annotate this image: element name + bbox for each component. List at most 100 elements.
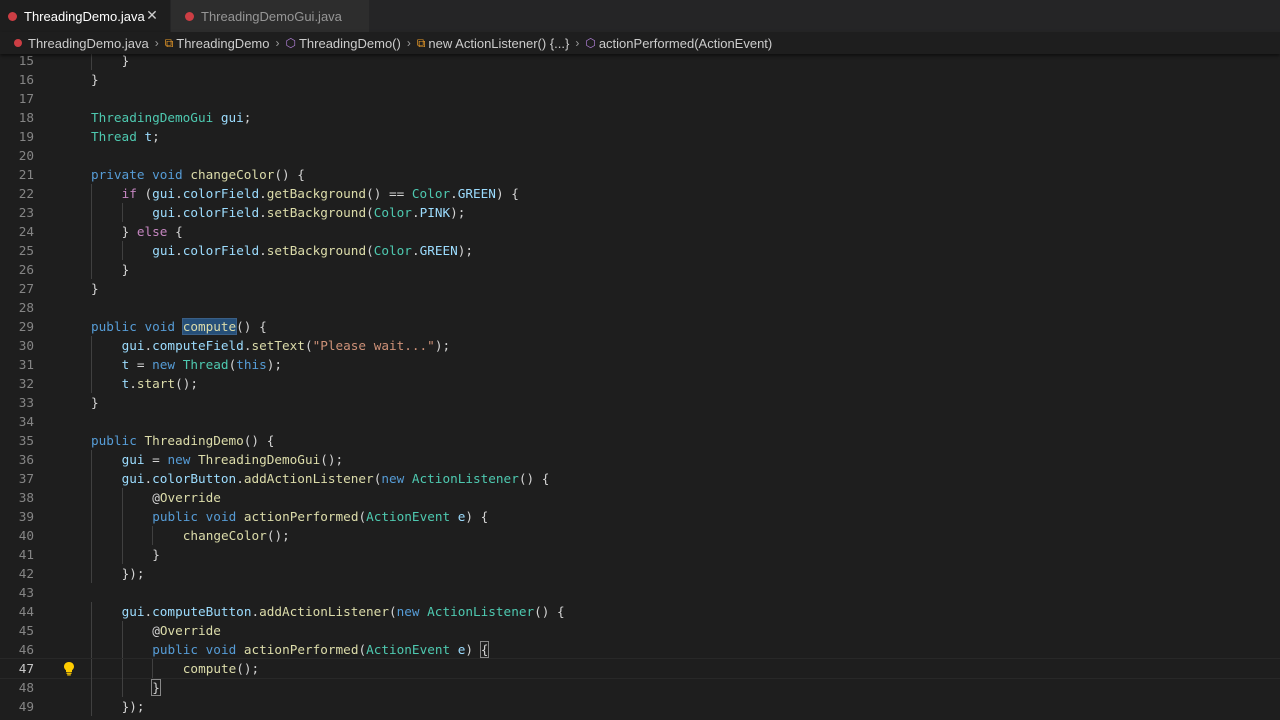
code-line[interactable]: 25 gui.colorField.setBackground(Color.GRE… [0, 241, 1280, 260]
code-line[interactable]: 31 t = new Thread(this); [0, 355, 1280, 374]
code-token: addActionListener [259, 604, 389, 619]
breadcrumb-file[interactable]: ThreadingDemo.java › [14, 36, 165, 51]
code-token: (); [236, 661, 260, 676]
indent-guide [121, 526, 123, 545]
lightbulb-icon[interactable] [62, 661, 76, 676]
code-lines: 15} 16} 17 18 ThreadingDemoGui gui; 19 Thread … [0, 54, 1280, 716]
code-line[interactable]: 43 [0, 583, 1280, 602]
code-token: ThreadingDemoGui [91, 110, 214, 125]
code-text: @Override [152, 488, 221, 507]
code-line[interactable]: 45 @Override [0, 621, 1280, 640]
code-line[interactable]: 47 compute(); [0, 658, 1280, 679]
code-token: . [175, 205, 183, 220]
code-token: changeColor [190, 167, 275, 182]
code-line[interactable]: 22 if (gui.colorField.getBackground() == … [0, 184, 1280, 203]
chevron-right-icon: › [154, 36, 159, 50]
code-line[interactable]: 40 changeColor(); [0, 526, 1280, 545]
java-file-icon [8, 11, 17, 21]
code-line[interactable]: 35 public ThreadingDemo() { [0, 431, 1280, 450]
editor-tab-bar: ThreadingDemo.java ✕ ThreadingDemoGui.ja… [0, 0, 1280, 32]
line-number: 33 [18, 395, 34, 410]
tab-label: ThreadingDemo.java [24, 8, 145, 24]
code-line[interactable]: 34 [0, 412, 1280, 431]
code-line[interactable]: 28 [0, 298, 1280, 317]
line-number: 37 [18, 471, 34, 486]
code-token: public [91, 319, 137, 334]
code-line[interactable]: 27} [0, 279, 1280, 298]
code-line[interactable]: 37 gui.colorButton.addActionListener(new … [0, 469, 1280, 488]
code-line[interactable]: 46 public void actionPerformed(ActionEven… [0, 640, 1280, 659]
breadcrumb-method[interactable]: ⬡ actionPerformed(ActionEvent) [585, 36, 772, 51]
code-text: gui.colorField.setBackground(Color.GREEN… [152, 241, 473, 260]
breadcrumb-anonymous-class[interactable]: ⧉ new ActionListener() {...} › [417, 36, 586, 51]
code-line[interactable]: 30 gui.computeField.setText("Please wait.… [0, 336, 1280, 355]
code-token: . [259, 186, 267, 201]
code-text: gui = new ThreadingDemoGui(); [122, 450, 344, 469]
code-line[interactable]: 42}); [0, 564, 1280, 583]
code-token: public [152, 509, 199, 524]
code-token: gui [121, 604, 145, 619]
code-token: ); [450, 205, 466, 220]
line-number: 38 [18, 490, 34, 505]
code-token: ) { [465, 509, 489, 524]
code-line[interactable]: 18 ThreadingDemoGui gui; [0, 108, 1280, 127]
line-number: 45 [18, 623, 34, 638]
code-line[interactable]: 19 Thread t; [0, 127, 1280, 146]
breadcrumb-class[interactable]: ⧉ ThreadingDemo › [165, 36, 286, 51]
code-line[interactable]: 36 gui = new ThreadingDemoGui(); [0, 450, 1280, 469]
code-line[interactable]: 44 gui.computeButton.addActionListener(ne… [0, 602, 1280, 621]
code-line[interactable]: 33} [0, 393, 1280, 412]
code-token: private [91, 167, 145, 182]
line-number: 24 [18, 224, 34, 239]
code-line[interactable]: 49}); [0, 697, 1280, 716]
breadcrumb-constructor[interactable]: ⬡ ThreadingDemo() › [285, 36, 416, 51]
code-token: ); [434, 338, 451, 353]
code-token: setBackground [266, 205, 367, 220]
code-token: { [479, 641, 490, 658]
line-number: 28 [18, 300, 34, 315]
code-line[interactable]: 48} [0, 678, 1280, 697]
code-token: colorButton [152, 471, 237, 486]
code-line[interactable]: 15} [0, 54, 1280, 70]
tab-threadingdemogui-java[interactable]: ThreadingDemoGui.java [171, 0, 369, 32]
code-token: gui [121, 338, 145, 353]
code-line[interactable]: 24} else { [0, 222, 1280, 241]
code-line[interactable]: 26} [0, 260, 1280, 279]
line-number: 23 [18, 205, 34, 220]
breadcrumb-label: actionPerformed(ActionEvent) [598, 35, 773, 51]
code-line[interactable]: 39 public void actionPerformed(ActionEven… [0, 507, 1280, 526]
class-symbol-icon: ⧉ [416, 35, 426, 50]
code-token: colorField [182, 186, 260, 201]
line-number: 17 [18, 91, 34, 106]
code-token: ActionListener [427, 604, 535, 619]
code-token: getBackground [266, 186, 367, 201]
code-line[interactable]: 41} [0, 545, 1280, 564]
code-token: . [259, 243, 267, 258]
close-icon[interactable]: ✕ [144, 7, 160, 23]
breadcrumb-label: ThreadingDemo [176, 35, 270, 51]
code-token: ActionListener [411, 471, 519, 486]
code-line[interactable]: 32 t.start(); [0, 374, 1280, 393]
code-token: ( [388, 604, 397, 619]
code-token: gui [152, 205, 176, 220]
indent-guide [91, 488, 92, 507]
code-token: colorField [182, 243, 260, 258]
code-line[interactable]: 16} [0, 70, 1280, 89]
code-token: (); [175, 376, 198, 391]
code-line[interactable]: 23 gui.colorField.setBackground(Color.PIN… [0, 203, 1280, 222]
indent-guide [91, 697, 92, 716]
code-line[interactable]: 21 private void changeColor() { [0, 165, 1280, 184]
breadcrumb-label: ThreadingDemo() [298, 35, 401, 51]
tab-threadingdemo-java[interactable]: ThreadingDemo.java ✕ [0, 0, 170, 32]
code-line[interactable]: 38 @Override [0, 488, 1280, 507]
code-line[interactable]: 20 [0, 146, 1280, 165]
line-number: 35 [18, 433, 34, 448]
indent-guide [91, 507, 92, 526]
code-token: gui [152, 243, 176, 258]
code-editor[interactable]: 15} 16} 17 18 ThreadingDemoGui gui; 19 Thread … [0, 54, 1280, 720]
code-line[interactable]: 29 public void compute() { [0, 317, 1280, 336]
indent-guide [91, 640, 92, 659]
code-line[interactable]: 17 [0, 89, 1280, 108]
